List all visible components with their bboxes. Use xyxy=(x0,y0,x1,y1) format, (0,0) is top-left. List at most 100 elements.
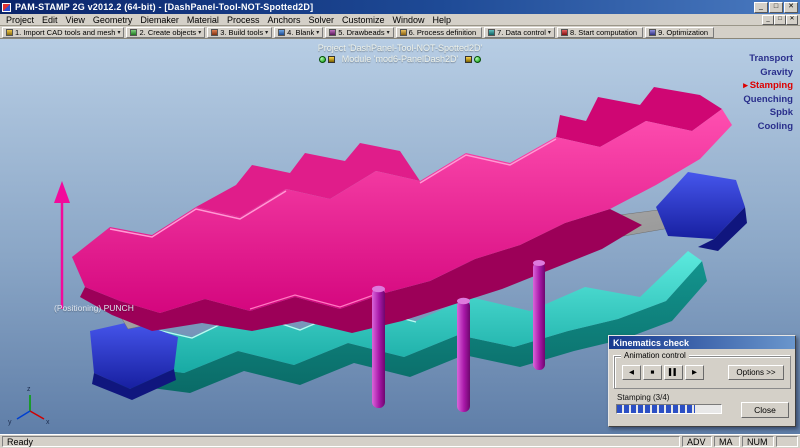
data-control-icon xyxy=(488,29,495,36)
chevron-down-icon: ▾ xyxy=(387,29,390,36)
chevron-down-icon: ▾ xyxy=(548,29,551,36)
status-panel-ma: MA xyxy=(714,436,740,447)
dialog-close-button[interactable]: Close xyxy=(741,402,789,418)
step-back-button[interactable]: ◀ xyxy=(622,365,641,380)
title-bar: PAM-STAMP 2G v2012.2 (64-bit) - [DashPan… xyxy=(0,0,800,14)
menu-view[interactable]: View xyxy=(62,15,89,25)
app-icon xyxy=(2,3,11,12)
status-bar: Ready ADV MA NUM xyxy=(0,434,800,448)
active-stage-arrow-icon: ▸ xyxy=(743,80,748,90)
module-chip-icon xyxy=(465,56,472,63)
toolbar-label: 1. Import CAD tools and mesh xyxy=(15,28,115,37)
menu-geometry[interactable]: Geometry xyxy=(89,15,137,25)
toolbar-button-create-objects[interactable]: 2. Create objects ▾ xyxy=(126,27,205,38)
maximize-button[interactable]: □ xyxy=(769,2,783,13)
mdi-restore-button[interactable]: □ xyxy=(774,15,786,25)
viewport-3d[interactable]: z x y Project 'DashPanel-Tool-NOT-Spotte… xyxy=(0,39,800,434)
module-label: Module 'mod6-PanelDash2D' xyxy=(342,54,459,64)
menu-process[interactable]: Process xyxy=(223,15,264,25)
status-panel-extra xyxy=(776,436,798,447)
mdi-close-button[interactable]: ✕ xyxy=(786,15,798,25)
kinematics-check-dialog: Kinematics check Animation control ◀ ■ ▌… xyxy=(608,335,796,427)
application-window: PAM-STAMP 2G v2012.2 (64-bit) - [DashPan… xyxy=(0,0,800,448)
toolbar-label: 3. Build tools xyxy=(220,28,263,37)
menu-solver[interactable]: Solver xyxy=(304,15,338,25)
menu-window[interactable]: Window xyxy=(389,15,429,25)
module-label-row: Module 'mod6-PanelDash2D' xyxy=(0,54,800,64)
stage-gravity[interactable]: Gravity xyxy=(743,66,793,80)
optimization-icon xyxy=(649,29,656,36)
toolbar-label: 5. Drawbeads xyxy=(338,28,384,37)
punch-direction-arrow xyxy=(54,181,70,309)
toolbar-button-build-tools[interactable]: 3. Build tools ▾ xyxy=(207,27,272,38)
toolbar-label: 6. Process definition xyxy=(409,28,477,37)
module-chip-icon xyxy=(328,56,335,63)
toolbar-button-process-definition[interactable]: 6. Process definition xyxy=(396,27,483,38)
menu-anchors[interactable]: Anchors xyxy=(263,15,304,25)
mdi-minimize-button[interactable]: _ xyxy=(762,15,774,25)
axis-label-y: y xyxy=(8,419,12,426)
dialog-title-bar[interactable]: Kinematics check xyxy=(609,336,795,349)
guide-pin xyxy=(457,298,470,412)
close-button[interactable]: ✕ xyxy=(784,2,798,13)
stage-label: Stamping xyxy=(750,80,793,91)
axis-label-z: z xyxy=(27,386,31,393)
options-button[interactable]: Options >> xyxy=(728,365,784,380)
process-definition-icon xyxy=(400,29,407,36)
stage-transport[interactable]: Transport xyxy=(743,52,793,66)
toolbar-label: 2. Create objects xyxy=(139,28,196,37)
toolbar-button-import-cad[interactable]: 1. Import CAD tools and mesh ▾ xyxy=(2,27,124,38)
drawbeads-icon xyxy=(329,29,336,36)
play-button[interactable]: ▶ xyxy=(685,365,704,380)
stage-springback[interactable]: Spbk xyxy=(743,106,793,120)
toolbar-button-optimization[interactable]: 9. Optimization xyxy=(645,27,714,38)
status-panel-adv: ADV xyxy=(682,436,712,447)
stage-cooling[interactable]: Cooling xyxy=(743,120,793,134)
main-toolbar: 1. Import CAD tools and mesh ▾ 2. Create… xyxy=(0,26,800,39)
guide-pin xyxy=(372,286,385,408)
animation-progress-bar xyxy=(616,404,722,414)
chevron-down-icon: ▾ xyxy=(117,29,120,36)
status-panel-num: NUM xyxy=(742,436,774,447)
toolbar-button-blank[interactable]: 4. Blank ▾ xyxy=(274,27,323,38)
group-label: Animation control xyxy=(621,351,689,360)
stop-button[interactable]: ■ xyxy=(643,365,662,380)
animation-progress-fill xyxy=(617,405,695,413)
binder-right-model xyxy=(656,172,747,251)
positioning-punch-label: (Positioning) PUNCH xyxy=(54,303,134,313)
axis-triad: z x y xyxy=(8,386,50,426)
blank-icon xyxy=(278,29,285,36)
toolbar-button-data-control[interactable]: 7. Data control ▾ xyxy=(484,27,555,38)
menu-material[interactable]: Material xyxy=(183,15,223,25)
stage-list: Transport Gravity ▸Stamping Quenching Sp… xyxy=(743,52,793,133)
menu-help[interactable]: Help xyxy=(429,15,456,25)
toolbar-button-start-computation[interactable]: 8. Start computation xyxy=(557,27,643,38)
minimize-button[interactable]: _ xyxy=(754,2,768,13)
chevron-down-icon: ▾ xyxy=(265,29,268,36)
menu-project[interactable]: Project xyxy=(2,15,38,25)
start-computation-icon xyxy=(561,29,568,36)
animation-progress-label: Stamping (3/4) xyxy=(617,393,669,402)
chevron-down-icon: ▾ xyxy=(198,29,201,36)
window-title: PAM-STAMP 2G v2012.2 (64-bit) - [DashPan… xyxy=(15,2,750,12)
build-tools-icon xyxy=(211,29,218,36)
toolbar-label: 7. Data control xyxy=(497,28,546,37)
menu-diemaker[interactable]: Diemaker xyxy=(136,15,183,25)
toolbar-label: 9. Optimization xyxy=(658,28,708,37)
animation-control-group: Animation control ◀ ■ ▌▌ ▶ Options >> xyxy=(614,356,791,389)
create-objects-icon xyxy=(130,29,137,36)
guide-pin xyxy=(533,260,545,370)
status-led-icon xyxy=(319,56,326,63)
menu-customize[interactable]: Customize xyxy=(338,15,389,25)
toolbar-button-drawbeads[interactable]: 5. Drawbeads ▾ xyxy=(325,27,393,38)
playback-controls: ◀ ■ ▌▌ ▶ Options >> xyxy=(622,365,784,380)
status-message: Ready xyxy=(2,436,680,447)
axis-label-x: x xyxy=(46,419,50,426)
project-label: Project 'DashPanel-Tool-NOT-Spotted2D' xyxy=(0,43,800,53)
pause-button[interactable]: ▌▌ xyxy=(664,365,683,380)
menu-bar: Project Edit View Geometry Diemaker Mate… xyxy=(0,14,800,26)
status-led-icon xyxy=(474,56,481,63)
stage-stamping[interactable]: ▸Stamping xyxy=(743,79,793,93)
stage-quenching[interactable]: Quenching xyxy=(743,93,793,107)
menu-edit[interactable]: Edit xyxy=(38,15,62,25)
